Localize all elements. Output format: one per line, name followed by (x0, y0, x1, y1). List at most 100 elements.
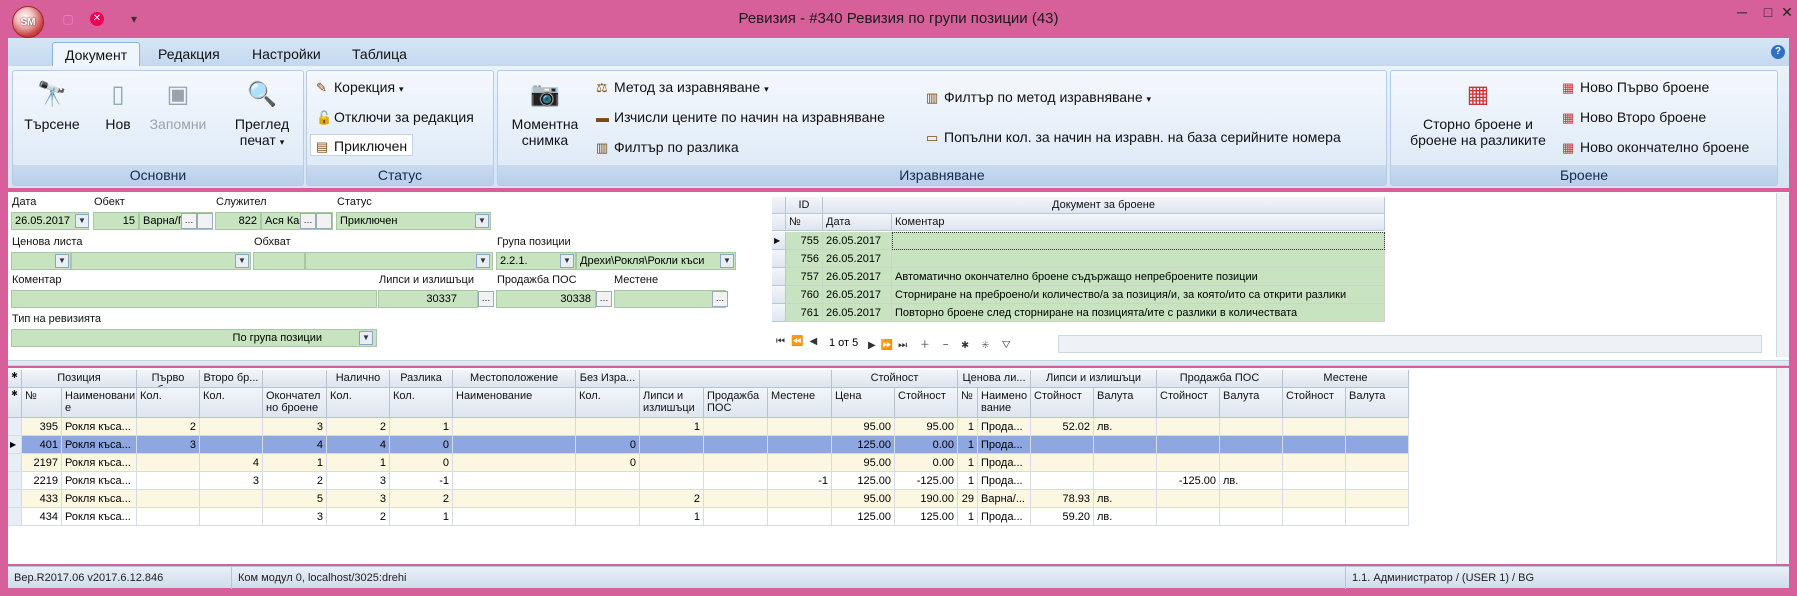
grid-cell[interactable] (576, 418, 640, 436)
grid-cell[interactable] (768, 490, 832, 508)
col-no[interactable]: № (786, 214, 823, 231)
employee-id-field[interactable]: 822 (215, 212, 261, 230)
shortages-field[interactable]: 30337 (378, 290, 478, 308)
grid-cell[interactable]: Рокля къса... (62, 454, 137, 472)
grid-cell[interactable] (200, 436, 263, 454)
column-header[interactable]: Окончател но броене (263, 388, 327, 418)
grid-cell[interactable]: 0 (576, 454, 640, 472)
grid-cell[interactable] (704, 508, 768, 526)
grid-cell[interactable]: 3 (200, 472, 263, 490)
column-header[interactable]: Продажба ПОС (704, 388, 768, 418)
grid-cell[interactable] (1220, 418, 1283, 436)
tab-edit[interactable]: Редакция (146, 42, 232, 66)
doc-id-cell[interactable]: 757 (786, 268, 823, 286)
doc-date-cell[interactable]: 26.05.2017 (823, 286, 892, 304)
grid-cell[interactable]: 2197 (22, 454, 62, 472)
grid-cell[interactable]: 2 (137, 418, 200, 436)
doc-comment-cell[interactable]: Автоматично окончателно броене съдържащо… (892, 268, 1385, 286)
grid-cell[interactable]: 0 (576, 436, 640, 454)
band-header[interactable]: Позиция (22, 370, 137, 388)
grid-cell[interactable] (1031, 436, 1094, 454)
col-id[interactable]: ID (786, 197, 823, 214)
grid-cell[interactable] (1094, 454, 1157, 472)
grid-cell[interactable] (1346, 472, 1409, 490)
grid-cell[interactable] (453, 508, 576, 526)
column-header[interactable]: Наимено вание (978, 388, 1031, 418)
close-icon[interactable]: ✕ (90, 12, 104, 26)
grid-cell[interactable]: 95.00 (895, 418, 958, 436)
grid-cell[interactable]: 29 (958, 490, 978, 508)
grid-cell[interactable]: 434 (22, 508, 62, 526)
object-id-field[interactable]: 15 (93, 212, 139, 230)
close-window-button[interactable]: ✕ (1777, 3, 1797, 21)
col-comment[interactable]: Коментар (892, 214, 1385, 231)
column-header[interactable]: Кол. (327, 388, 390, 418)
grid-vscroll[interactable] (1776, 368, 1789, 564)
column-header[interactable]: Стойност (1283, 388, 1346, 418)
grid-cell[interactable] (1220, 508, 1283, 526)
grid-cell[interactable]: Прода... (978, 508, 1031, 526)
grid-cell[interactable] (640, 472, 704, 490)
grid-cell[interactable] (640, 454, 704, 472)
grid-cell[interactable]: 4 (200, 454, 263, 472)
grid-cell[interactable]: 125.00 (832, 472, 895, 490)
doc-comment-cell[interactable]: Повторно броене след сторниране на позиц… (892, 304, 1385, 322)
doc-id-cell[interactable]: 755 (786, 232, 823, 250)
grid-cell[interactable]: 0 (390, 436, 453, 454)
grid-cell[interactable]: 1 (327, 454, 390, 472)
grid-cell[interactable]: Рокля къса... (62, 490, 137, 508)
tab-settings[interactable]: Настройки (240, 42, 333, 66)
grid-cell[interactable] (704, 490, 768, 508)
fill-qty-button[interactable]: ▭ Попълни кол. за начин на изравн. на баз… (926, 126, 1341, 148)
grid-cell[interactable]: 395 (22, 418, 62, 436)
column-header[interactable]: Валута (1220, 388, 1283, 418)
grid-cell[interactable] (1157, 490, 1220, 508)
grid-cell[interactable] (1283, 436, 1346, 454)
grid-cell[interactable] (640, 436, 704, 454)
grid-cell[interactable]: Рокля къса... (62, 436, 137, 454)
row-indicator[interactable] (8, 454, 22, 472)
grid-cell[interactable] (1346, 508, 1409, 526)
column-header[interactable]: Местене (768, 388, 832, 418)
grid-cell[interactable] (1220, 454, 1283, 472)
grid-cell[interactable]: 125.00 (895, 508, 958, 526)
grid-cell[interactable]: 4 (263, 436, 327, 454)
chevron-down-icon[interactable]: ▼ (560, 254, 574, 268)
doc-grid-hscroll[interactable] (1058, 335, 1762, 353)
grid-cell[interactable] (453, 436, 576, 454)
new-button[interactable]: ▯ Нов (96, 80, 140, 132)
column-header[interactable]: Кол. (576, 388, 640, 418)
grid-cell[interactable] (453, 472, 576, 490)
grid-cell[interactable] (137, 508, 200, 526)
grid-cell[interactable]: 190.00 (895, 490, 958, 508)
grid-cell[interactable] (704, 436, 768, 454)
move-field[interactable] (614, 290, 726, 308)
grid-cell[interactable]: 0.00 (895, 454, 958, 472)
grid-cell[interactable]: 2 (390, 490, 453, 508)
band-header[interactable]: Местоположение (453, 370, 576, 388)
grid-cell[interactable] (200, 508, 263, 526)
grid-cell[interactable] (704, 472, 768, 490)
filter-diff-button[interactable]: ▥ Филтър по разлика (596, 136, 739, 158)
print-preview-button[interactable]: 🔍 Преглед печат ▾ (224, 80, 300, 148)
grid-cell[interactable]: 3 (327, 490, 390, 508)
grid-cell[interactable] (137, 454, 200, 472)
grid-cell[interactable]: Прода... (978, 472, 1031, 490)
grid-cell[interactable] (768, 418, 832, 436)
column-header[interactable]: Наименовани е (62, 388, 137, 418)
grid-cell[interactable]: 2219 (22, 472, 62, 490)
band-header[interactable]: Липси и излишъци (1031, 370, 1157, 388)
column-header[interactable]: № (22, 388, 62, 418)
grid-cell[interactable] (453, 418, 576, 436)
grid-cell[interactable]: 0.00 (895, 436, 958, 454)
band-header[interactable]: Ценова ли... (958, 370, 1031, 388)
column-header[interactable]: № (958, 388, 978, 418)
grid-cell[interactable]: Прода... (978, 454, 1031, 472)
tab-document[interactable]: Документ (52, 42, 141, 66)
form-vscroll[interactable] (1776, 193, 1789, 357)
grid-cell[interactable]: Прода... (978, 436, 1031, 454)
grid-cell[interactable]: 3 (137, 436, 200, 454)
grid-navigator-next[interactable]: ▶⏩⏭ ＋ − ✱ ✳ ▽ (868, 336, 1016, 352)
col-date[interactable]: Дата (823, 214, 892, 231)
grid-cell[interactable]: 4 (327, 436, 390, 454)
